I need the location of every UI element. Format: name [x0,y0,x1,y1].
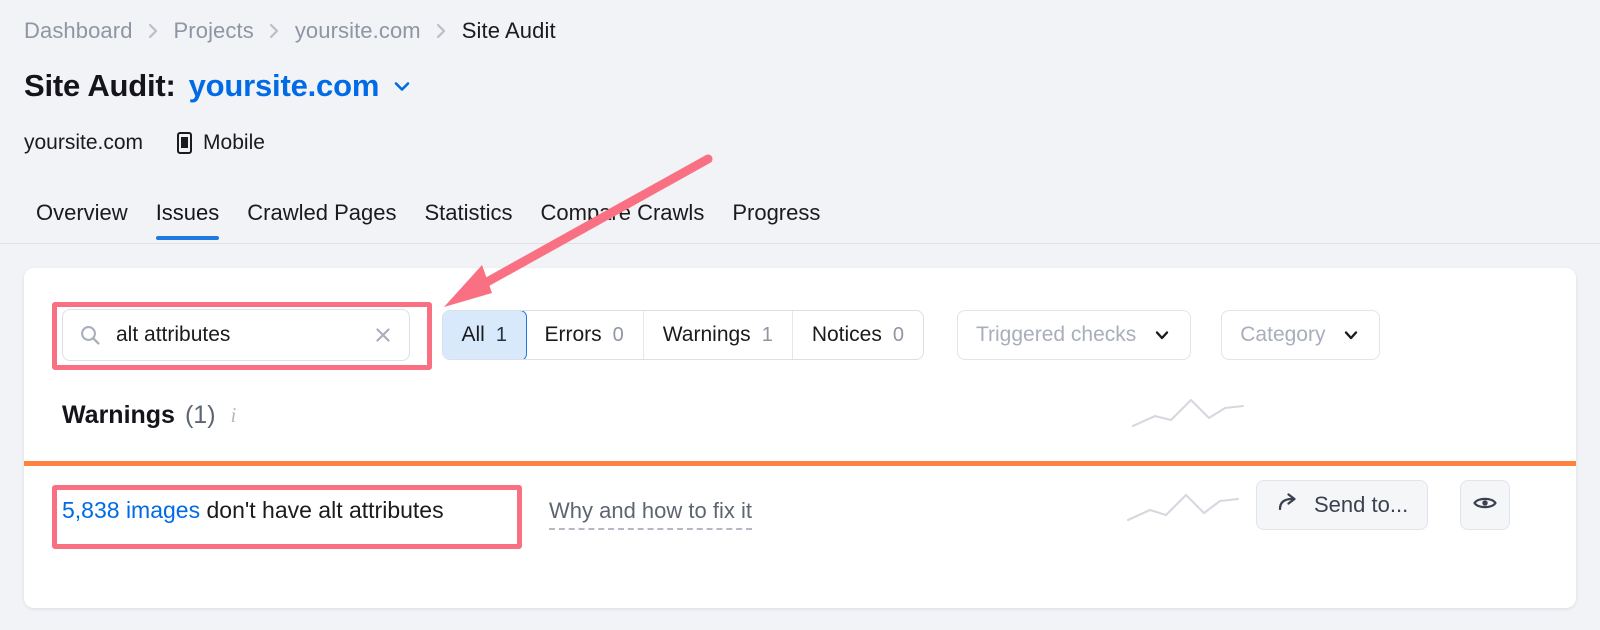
breadcrumb: Dashboard Projects yoursite.com Site Aud… [24,18,556,44]
project-domain-link[interactable]: yoursite.com [189,68,380,104]
search-field-wrap: alt attributes [62,309,410,361]
tab-crawled-pages[interactable]: Crawled Pages [233,200,410,240]
filter-notices-label: Notices [811,323,882,346]
chevron-down-icon[interactable] [390,74,414,98]
page-title: Site Audit: yoursite.com [24,68,414,104]
filter-bar: alt attributes All 1 Errors 0 Warnings 1… [62,309,1381,361]
page-title-label: Site Audit: [24,68,176,103]
breadcrumb-item-dashboard[interactable]: Dashboard [24,18,133,44]
sparkline-chart [1124,484,1242,533]
tab-progress[interactable]: Progress [718,200,834,240]
filter-errors-label: Errors [544,323,602,346]
search-icon [79,324,101,346]
search-input[interactable]: alt attributes [62,309,410,361]
site-audit-page: Dashboard Projects yoursite.com Site Aud… [0,0,1600,630]
triggered-checks-label: Triggered checks [975,323,1137,346]
close-icon[interactable] [373,325,393,345]
chevron-down-icon [1152,325,1172,345]
filter-warnings[interactable]: Warnings 1 [644,311,793,359]
why-and-how-to-fix-link[interactable]: Why and how to fix it [549,498,752,530]
send-to-button[interactable]: Send to... [1256,480,1429,530]
mobile-phone-icon [177,132,193,154]
search-input-value[interactable]: alt attributes [116,323,373,347]
eye-icon [1472,490,1498,521]
filter-notices[interactable]: Notices 0 [793,311,923,359]
project-domain-text: yoursite.com [24,131,144,154]
send-to-button-label: Send to... [1314,492,1409,517]
project-meta: yoursite.com Mobile [24,131,265,155]
chevron-down-icon [1341,325,1361,345]
preview-button[interactable] [1460,480,1510,530]
warnings-section-header: Warnings (1) i [62,401,236,430]
tab-statistics[interactable]: Statistics [410,200,526,240]
filter-errors-count: 0 [612,323,624,346]
issues-card: alt attributes All 1 Errors 0 Warnings 1… [24,268,1576,608]
warnings-section-count: (1) [184,401,216,429]
breadcrumb-item-projects[interactable]: Projects [174,18,254,44]
warnings-section-title: Warnings [62,401,175,429]
issue-title: 5,838 images don't have alt attributes [62,497,444,524]
crawl-device: Mobile [177,131,265,155]
category-dropdown[interactable]: Category [1221,310,1381,360]
breadcrumb-separator-icon [435,22,448,40]
main-tabs: Overview Issues Crawled Pages Statistics… [22,200,834,240]
tab-issues[interactable]: Issues [142,200,234,240]
tabs-divider [0,243,1600,244]
triggered-checks-dropdown[interactable]: Triggered checks [956,310,1192,360]
filter-warnings-label: Warnings [662,323,751,346]
filter-all-label: All [461,323,485,346]
sparkline-chart [1129,388,1247,437]
crawl-device-label: Mobile [203,131,265,154]
table-row: 5,838 images don't have alt attributes W… [24,466,1576,572]
share-arrow-icon [1276,490,1300,520]
filter-errors[interactable]: Errors 0 [525,311,644,359]
tab-compare-crawls[interactable]: Compare Crawls [527,200,719,240]
breadcrumb-separator-icon [268,22,281,40]
breadcrumb-item-site-audit: Site Audit [461,18,556,43]
issue-count-link[interactable]: 5,838 images [62,497,200,523]
filter-warnings-count: 1 [761,323,773,346]
breadcrumb-item-yoursite[interactable]: yoursite.com [295,18,421,44]
filter-all[interactable]: All 1 [442,311,527,359]
tab-overview[interactable]: Overview [22,200,142,240]
category-label: Category [1240,323,1326,346]
filter-notices-count: 0 [892,323,904,346]
info-icon[interactable]: i [231,403,237,428]
issue-title-rest: don't have alt attributes [200,497,444,523]
filter-all-count: 1 [495,323,507,346]
issue-type-filter: All 1 Errors 0 Warnings 1 Notices 0 [442,310,924,360]
breadcrumb-separator-icon [147,22,160,40]
